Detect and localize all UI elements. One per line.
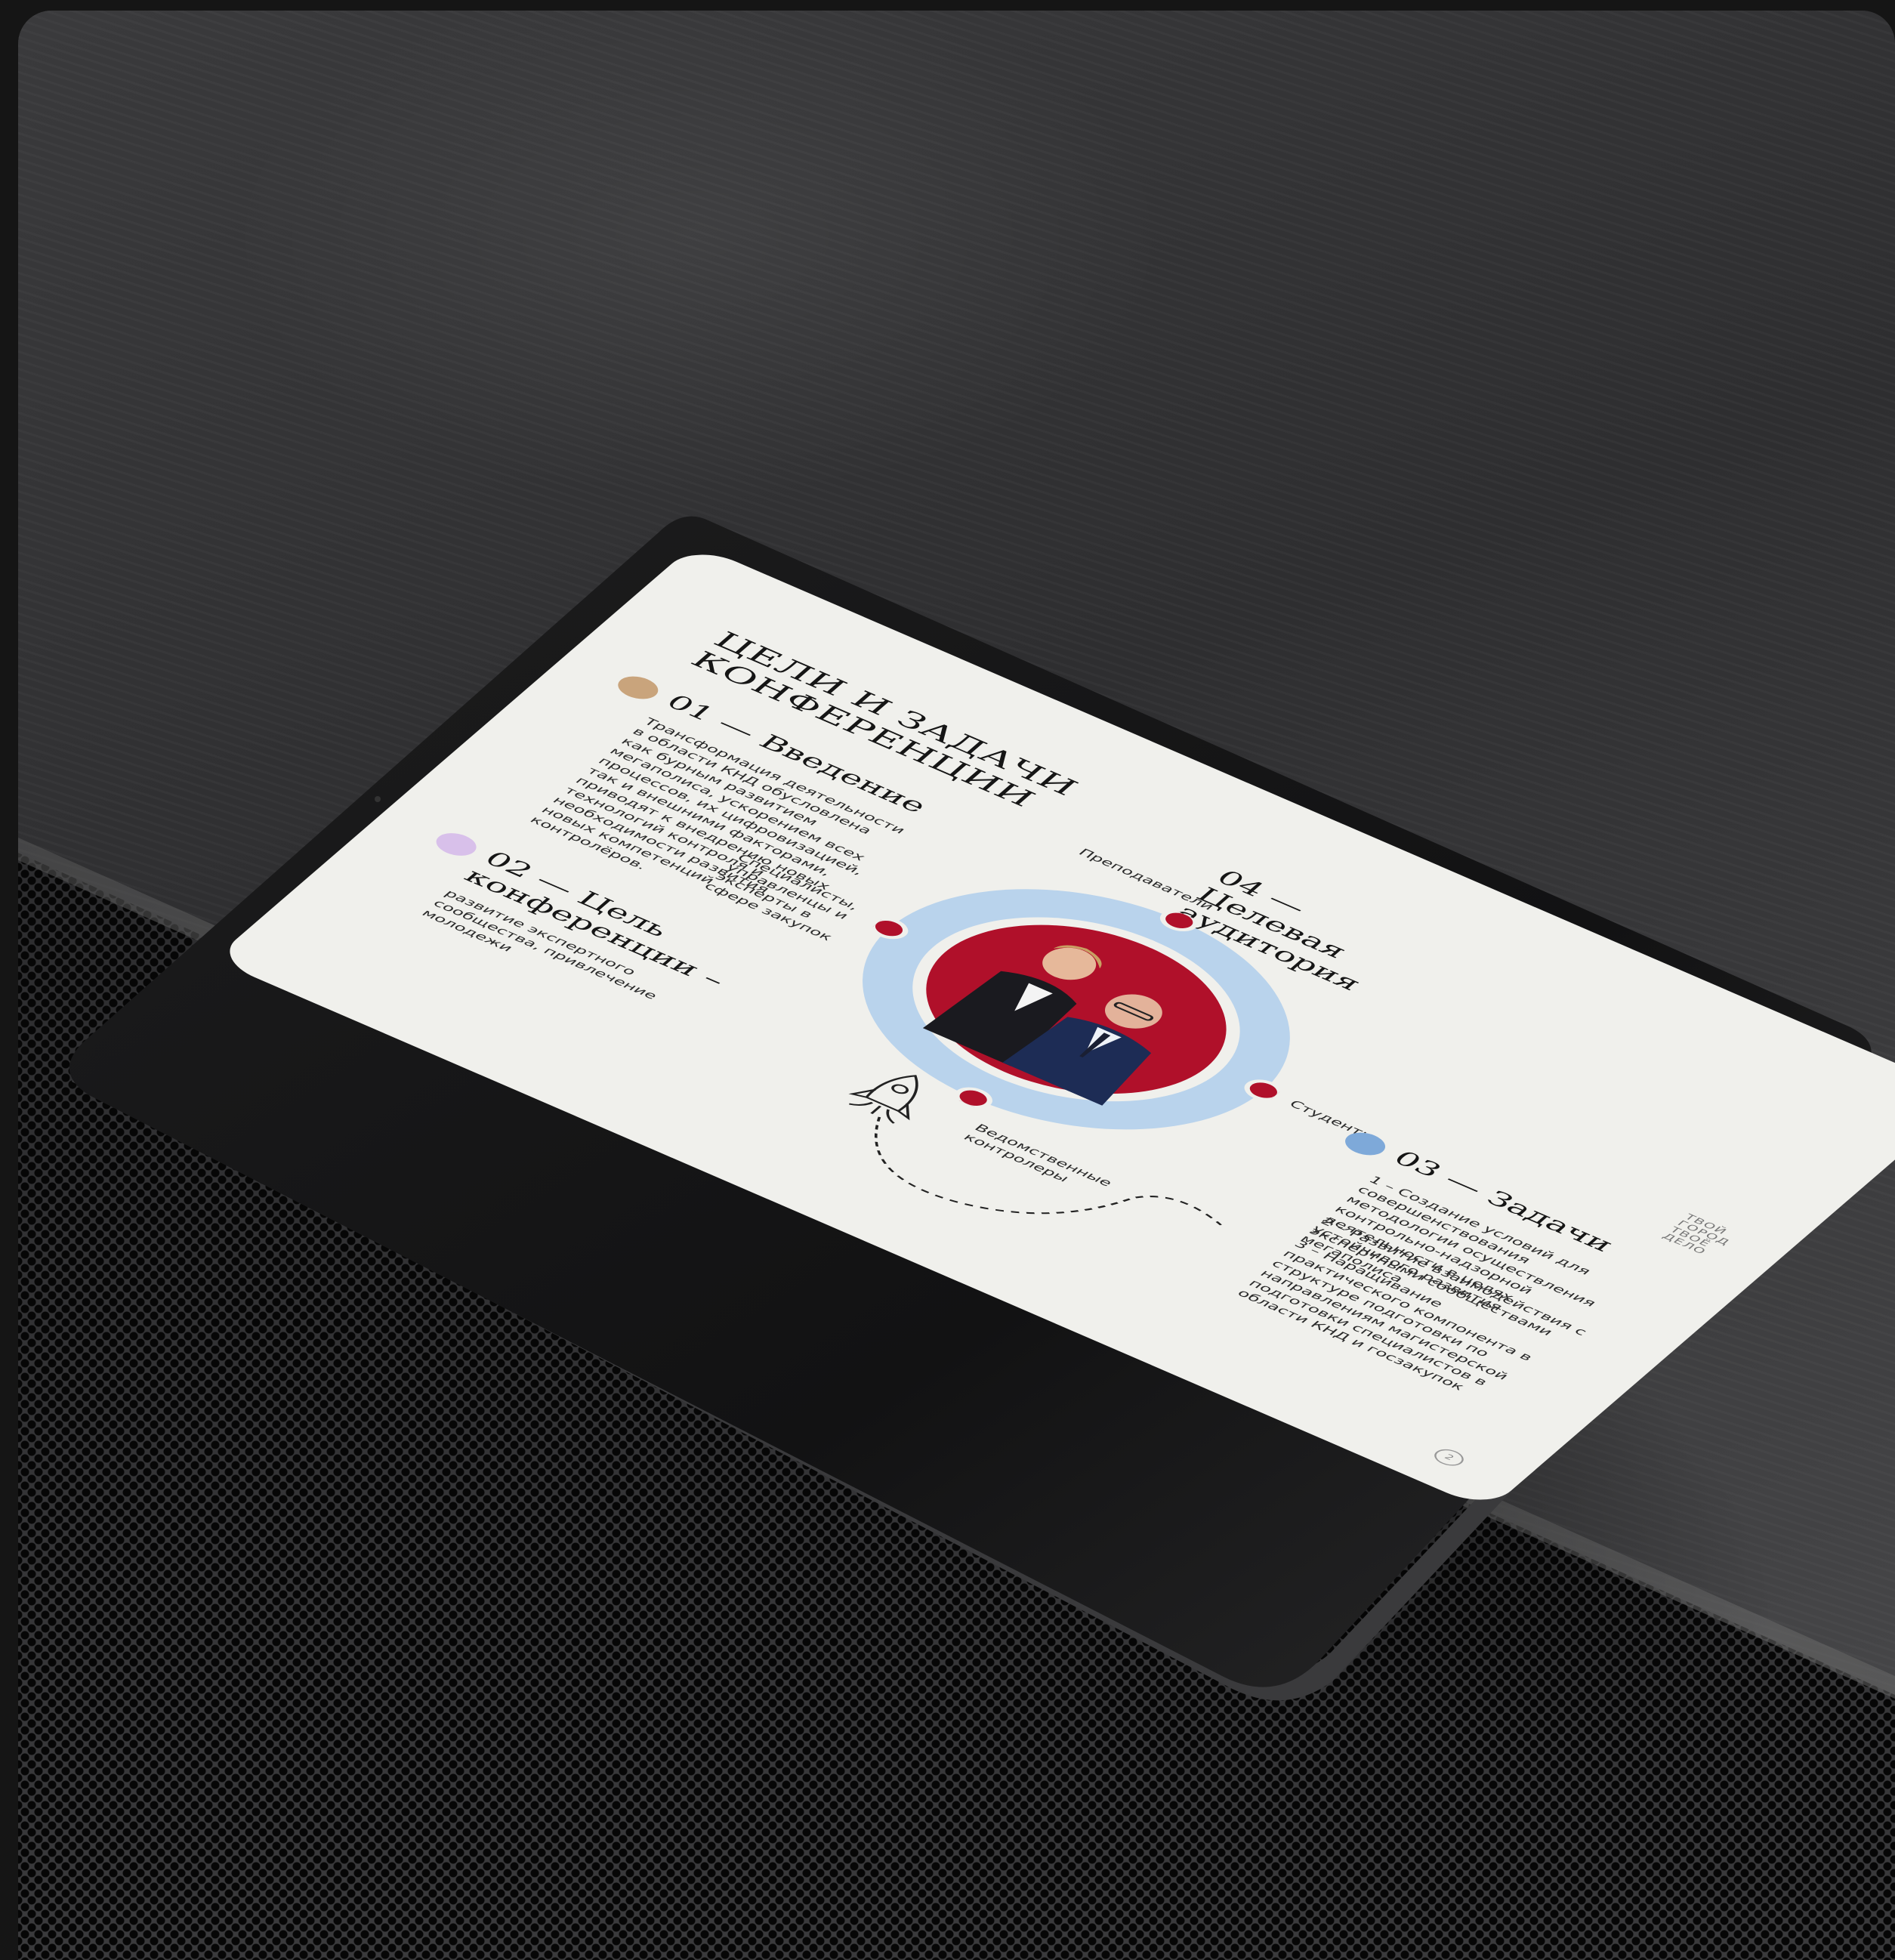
brand-logo: ТВОЙ ГОРОД ТВОЁ ДЕЛО [1660, 1212, 1739, 1259]
page-number: 2 [1429, 1446, 1469, 1469]
front-camera [375, 796, 381, 802]
section-02-dot [429, 828, 484, 861]
section-01-dot [610, 671, 665, 704]
